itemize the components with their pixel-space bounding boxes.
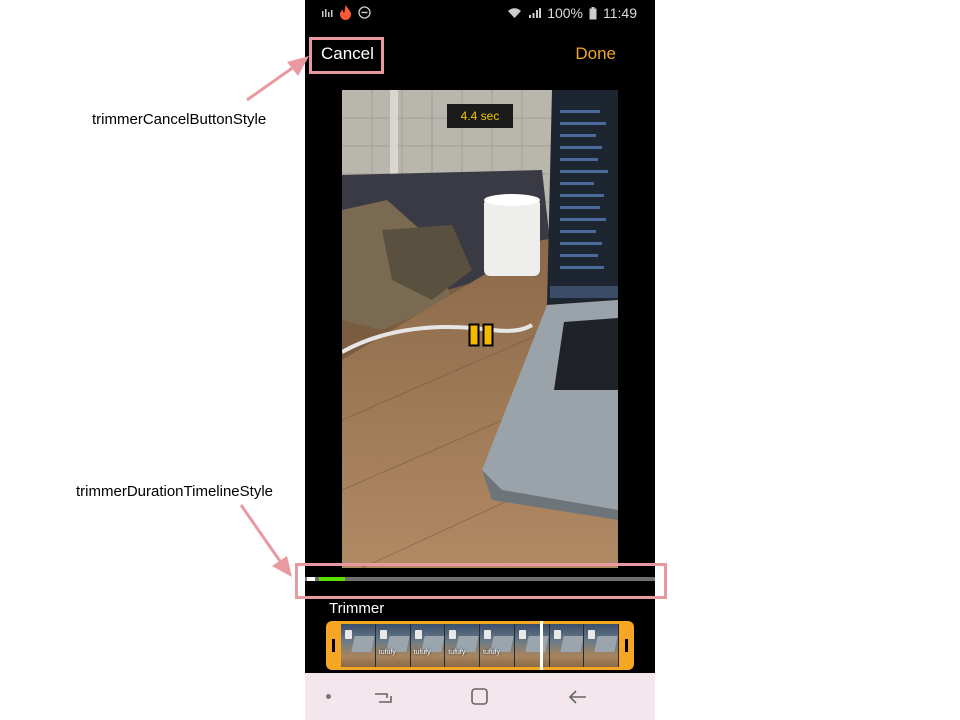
back-button[interactable] [564,683,592,711]
do-not-disturb-icon [358,6,371,19]
trimmer-frame: tufufy [375,624,411,667]
trimmer-right-handle[interactable] [619,621,634,670]
right-handle-grip [625,639,628,652]
trimmer-frame [341,624,376,667]
status-bar: 100% 11:49 [305,0,655,26]
pause-icon [468,323,494,347]
signal-icon [529,8,542,18]
status-left-icons [321,5,371,20]
video-preview[interactable]: 4.4 sec [342,90,618,568]
trimmer-frame [514,624,550,667]
recent-apps-icon [375,693,392,703]
duration-badge: 4.4 sec [447,104,513,128]
timeline-progress [319,577,345,581]
trimmer-frame [584,624,619,667]
pause-button[interactable] [468,323,494,347]
duration-timeline[interactable] [305,577,655,581]
timeline-start-marker [307,577,315,581]
nav-indicator-dot [326,694,331,699]
battery-icon [589,6,597,19]
tinder-flame-icon [340,5,351,20]
trimmer-playhead[interactable] [540,621,543,670]
back-icon [568,690,586,704]
trimmer-strip[interactable]: tufufy tufufy tufufy tufufy [326,621,634,670]
cancel-button[interactable]: Cancel [321,44,374,64]
trimmer-left-handle[interactable] [326,621,341,670]
trimmer-frame: tufufy [445,624,480,667]
navigation-bar [305,673,655,720]
trimmer-frame: tufufy [480,624,515,667]
trimmer-frames: tufufy tufufy tufufy tufufy [341,624,619,667]
annotation-timeline-label: trimmerDurationTimelineStyle [76,483,273,500]
notification-icon [322,8,333,17]
recent-apps-button[interactable] [369,683,397,711]
annotation-cancel-label: trimmerCancelButtonStyle [92,111,267,128]
status-right-icons: 100% 11:49 [507,5,637,21]
trimmer-frame: tufufy [410,624,446,667]
battery-percent: 100% [547,5,583,21]
phone-screen: 100% 11:49 Cancel Done 4.4 sec Trimmer t… [305,0,655,720]
home-button[interactable] [466,683,494,711]
done-button[interactable]: Done [575,44,616,64]
trimmer-frame [549,624,585,667]
home-icon [471,688,488,705]
wifi-icon [508,8,522,18]
left-handle-grip [332,639,335,652]
trimmer-label: Trimmer [329,600,385,617]
status-time: 11:49 [603,5,637,21]
